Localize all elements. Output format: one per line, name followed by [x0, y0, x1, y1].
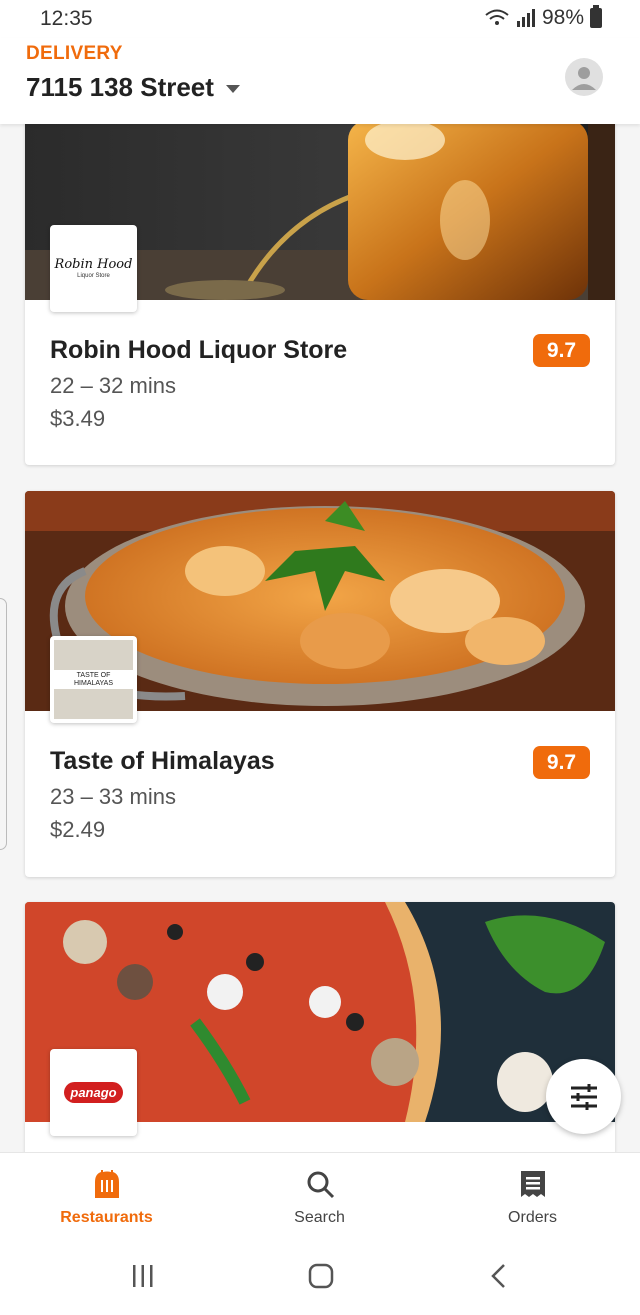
- delivery-mode-label: DELIVERY: [26, 43, 123, 64]
- logo-text: panago: [64, 1082, 123, 1103]
- recent-apps-button[interactable]: [130, 1261, 156, 1291]
- back-button[interactable]: [488, 1261, 510, 1291]
- address-text: 7115 138 Street: [26, 72, 214, 102]
- delivery-time: 23 – 33 mins: [50, 784, 176, 809]
- receipt-icon: [520, 1171, 545, 1197]
- restaurant-card[interactable]: Robin Hood Liquor Store Robin Hood Liquo…: [25, 100, 615, 465]
- nav-restaurants[interactable]: Restaurants: [0, 1153, 213, 1239]
- battery-percent: 98%: [541, 6, 584, 29]
- status-bar: 12:35 98%: [0, 0, 640, 38]
- restaurant-logo: TASTE OF HIMALAYAS: [50, 636, 137, 723]
- filter-button[interactable]: [546, 1059, 621, 1134]
- status-icons: 98%: [484, 5, 602, 30]
- nav-label: Orders: [508, 1209, 557, 1226]
- address-selector[interactable]: 7115 138 Street: [26, 72, 240, 103]
- restaurant-name: Taste of Himalayas: [50, 747, 275, 775]
- delivery-time: 22 – 32 mins: [50, 373, 176, 398]
- chevron-down-icon: [225, 84, 240, 93]
- nav-label: Restaurants: [60, 1209, 153, 1226]
- delivery-fee: $3.49: [50, 406, 106, 431]
- restaurant-logo: panago: [50, 1049, 137, 1136]
- nav-label: Search: [294, 1209, 345, 1226]
- header: DELIVERY 7115 138 Street: [0, 38, 640, 124]
- edge-panel-handle[interactable]: [0, 598, 7, 850]
- recent-apps-icon: [133, 1265, 153, 1287]
- signal-icon: [516, 9, 535, 27]
- status-time: 12:35: [40, 7, 93, 30]
- restaurant-name: Robin Hood Liquor Store: [50, 336, 348, 364]
- bottom-navigation: Restaurants Search Orders: [0, 1152, 640, 1238]
- logo-subtext: Liquor Store: [77, 273, 110, 279]
- user-icon: [572, 67, 596, 90]
- rating-badge: 9.7: [533, 334, 590, 367]
- system-navigation: [0, 1238, 640, 1315]
- filter-icon: [570, 1083, 597, 1110]
- logo-text: Robin Hood: [54, 257, 133, 272]
- restaurant-logo: Robin Hood Liquor Store: [50, 225, 137, 312]
- home-icon: [308, 1263, 334, 1289]
- restaurant-card[interactable]: TASTE OF HIMALAYAS Taste of Himalayas 23…: [25, 491, 615, 877]
- rating-badge: 9.7: [533, 746, 590, 779]
- search-icon: [307, 1171, 334, 1199]
- battery-icon: [590, 5, 602, 28]
- nav-search[interactable]: Search: [213, 1153, 426, 1239]
- home-button[interactable]: [307, 1261, 335, 1291]
- back-icon: [491, 1264, 505, 1288]
- avatar[interactable]: [565, 58, 603, 96]
- nav-orders[interactable]: Orders: [426, 1153, 639, 1239]
- restaurant-card[interactable]: panago: [25, 902, 615, 1162]
- wifi-icon: [485, 9, 509, 25]
- logo-text: TASTE OF HIMALAYAS: [54, 669, 133, 690]
- delivery-fee: $2.49: [50, 817, 106, 842]
- restaurant-icon: [94, 1170, 119, 1198]
